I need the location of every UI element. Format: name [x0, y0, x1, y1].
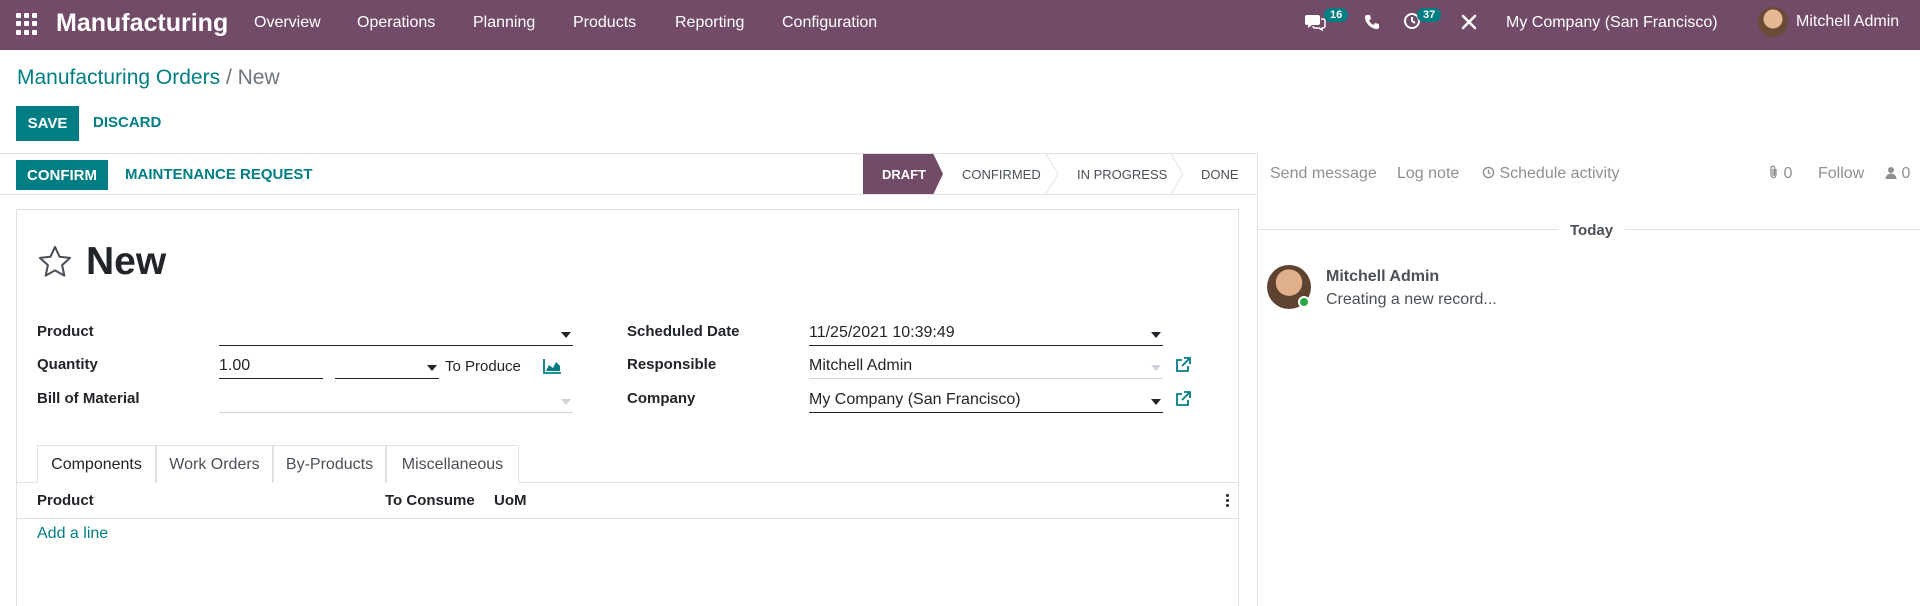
messages-badge: 16: [1324, 8, 1349, 22]
schedule-activity-label: Schedule activity: [1499, 165, 1620, 182]
stage-confirmed[interactable]: CONFIRMED: [962, 154, 1041, 194]
phone-icon[interactable]: [1364, 14, 1380, 35]
stage-separator-icon: [1170, 154, 1184, 194]
chevron-down-icon: [1151, 332, 1161, 338]
add-line-link[interactable]: Add a line: [37, 525, 108, 543]
schedule-activity-button[interactable]: Schedule activity: [1482, 165, 1620, 183]
attachments-button[interactable]: 0: [1768, 165, 1792, 183]
follow-button[interactable]: Follow: [1818, 165, 1864, 183]
apps-icon[interactable]: [16, 13, 38, 35]
chat-icon: [1305, 15, 1326, 32]
menu-overview[interactable]: Overview: [254, 14, 321, 32]
responsible-label: Responsible: [627, 356, 717, 373]
tab-work-orders[interactable]: Work Orders: [156, 445, 273, 483]
responsible-field[interactable]: Mitchell Admin: [809, 355, 1163, 379]
tab-by-products[interactable]: By-Products: [273, 445, 386, 483]
stage-separator-icon: [1045, 154, 1059, 194]
maintenance-request-button[interactable]: MAINTENANCE REQUEST: [125, 166, 313, 183]
responsible-value: Mitchell Admin: [809, 357, 913, 374]
menu-configuration[interactable]: Configuration: [782, 14, 877, 32]
product-field[interactable]: [219, 322, 573, 346]
log-note-button[interactable]: Log note: [1397, 165, 1459, 183]
chevron-down-icon: [427, 365, 437, 371]
external-link-icon[interactable]: [1175, 357, 1191, 373]
form-sheet: New Product Quantity 1.00 To Produce Bil…: [16, 209, 1239, 606]
area-chart-icon[interactable]: [543, 358, 562, 374]
form-statusbar: CONFIRM MAINTENANCE REQUEST DRAFT CONFIR…: [0, 153, 1257, 195]
messaging-menu[interactable]: 16: [1304, 8, 1349, 37]
app-name[interactable]: Manufacturing: [56, 9, 228, 38]
message-body: Creating a new record...: [1326, 291, 1497, 308]
star-icon[interactable]: [36, 243, 74, 281]
company-field[interactable]: My Company (San Francisco): [809, 389, 1163, 413]
stage-draft[interactable]: DRAFT: [863, 154, 943, 194]
confirm-button[interactable]: CONFIRM: [16, 160, 108, 190]
quantity-label: Quantity: [37, 356, 98, 373]
save-button[interactable]: SAVE: [16, 106, 79, 141]
chevron-down-icon: [561, 399, 571, 405]
send-message-button[interactable]: Send message: [1270, 165, 1377, 183]
paperclip-icon: [1770, 165, 1777, 179]
followers-button[interactable]: 0: [1885, 165, 1910, 183]
online-status-icon: [1298, 296, 1310, 308]
activities-badge: 37: [1417, 8, 1442, 22]
product-label: Product: [37, 323, 94, 340]
user-icon: [1885, 167, 1897, 179]
company-label: Company: [627, 390, 696, 407]
breadcrumb-parent[interactable]: Manufacturing Orders: [17, 66, 220, 89]
date-separator: Today: [1558, 222, 1626, 239]
breadcrumb-current: New: [237, 66, 280, 89]
activity-menu[interactable]: 37: [1403, 8, 1442, 35]
company-switcher[interactable]: My Company (San Francisco): [1506, 14, 1718, 32]
tools-icon[interactable]: [1460, 13, 1478, 36]
breadcrumb: Manufacturing Orders / New: [17, 66, 280, 90]
user-menu[interactable]: Mitchell Admin: [1758, 7, 1899, 37]
top-navbar: Manufacturing Overview Operations Planni…: [0, 0, 1920, 50]
notebook-tabs: Components Work Orders By-Products Misce…: [17, 445, 1238, 484]
external-link-icon[interactable]: [1175, 391, 1191, 407]
discard-button[interactable]: DISCARD: [93, 114, 161, 131]
followers-count: 0: [1901, 165, 1911, 182]
breadcrumb-separator: /: [225, 66, 232, 89]
menu-operations[interactable]: Operations: [357, 14, 435, 32]
menu-products[interactable]: Products: [573, 14, 636, 32]
chevron-down-icon: [1151, 399, 1161, 405]
bom-field[interactable]: [219, 389, 573, 413]
components-table-header: Product To Consume UoM: [17, 483, 1238, 519]
column-to-consume[interactable]: To Consume: [385, 492, 475, 509]
user-name: Mitchell Admin: [1796, 13, 1900, 30]
scheduled-date-label: Scheduled Date: [627, 323, 740, 340]
record-title: New: [86, 240, 167, 283]
quantity-input[interactable]: 1.00: [219, 355, 323, 379]
attachments-count: 0: [1783, 165, 1793, 182]
column-product[interactable]: Product: [37, 492, 94, 509]
clock-icon: [1482, 166, 1495, 179]
tab-miscellaneous[interactable]: Miscellaneous: [386, 445, 519, 483]
avatar: [1758, 7, 1788, 37]
message-author[interactable]: Mitchell Admin: [1326, 268, 1439, 286]
to-produce-label: To Produce: [445, 358, 521, 375]
scheduled-date-value: 11/25/2021 10:39:49: [809, 324, 955, 341]
column-uom[interactable]: UoM: [494, 492, 527, 509]
menu-planning[interactable]: Planning: [473, 14, 535, 32]
optional-columns-icon[interactable]: [1226, 494, 1230, 509]
tab-components[interactable]: Components: [37, 445, 156, 484]
chevron-down-icon: [1151, 365, 1161, 371]
chatter: Send message Log note Schedule activity …: [1257, 153, 1920, 606]
chevron-down-icon: [561, 332, 571, 338]
stage-done[interactable]: DONE: [1201, 154, 1239, 194]
scheduled-date-field[interactable]: 11/25/2021 10:39:49: [809, 322, 1163, 346]
menu-reporting[interactable]: Reporting: [675, 14, 744, 32]
bom-label: Bill of Material: [37, 390, 140, 407]
uom-field[interactable]: [335, 355, 439, 379]
company-value: My Company (San Francisco): [809, 391, 1021, 408]
stage-in-progress[interactable]: IN PROGRESS: [1077, 154, 1167, 194]
